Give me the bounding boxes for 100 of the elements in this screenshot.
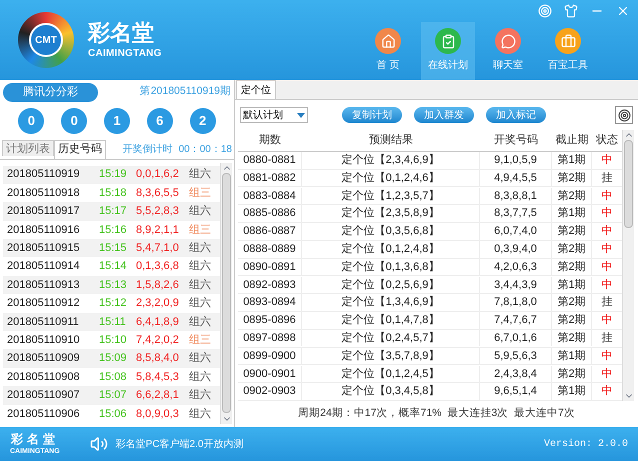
- table-cell: 定个位【3,5,7,8,9】: [302, 348, 480, 364]
- table-cell: 定个位【0,2,5,6,9】: [302, 276, 480, 294]
- table-cell: 定个位【1,3,4,6,9】: [302, 294, 480, 311]
- group-cell-text: 组六: [189, 240, 211, 256]
- table-cell: 第2期: [552, 258, 592, 276]
- group-cell-text: 组六: [189, 166, 211, 182]
- status-cell-text: 挂: [600, 330, 614, 346]
- status-cell-text: 中: [600, 278, 614, 293]
- numbers-cell-text: 8,3,6,5,5: [136, 186, 180, 201]
- numbers-cell-text: 5,5,2,8,3: [136, 204, 180, 220]
- table-cell: 第1期: [552, 276, 592, 294]
- table-cell: 第1期: [552, 348, 592, 364]
- action-button[interactable]: 加入标记: [486, 107, 546, 123]
- table-cell: 0893-0894: [238, 294, 302, 311]
- table-cell: 8,3,7,7,5: [480, 205, 552, 222]
- table-cell: 4,2,0,6,3: [480, 258, 552, 276]
- column-header: 预测结果: [368, 133, 414, 148]
- table-cell: 第1期: [552, 152, 592, 169]
- table-cell: 第1期: [552, 383, 592, 400]
- tab[interactable]: 历史号码: [54, 140, 106, 158]
- tab[interactable]: 定个位: [236, 80, 276, 99]
- table-cell: 0886-0887: [238, 223, 302, 240]
- brand-name: 彩名堂: [88, 18, 155, 46]
- numbers-cell-text: 7,4,2,0,2: [136, 332, 180, 348]
- numbers-cell-text: 6,6,2,8,1: [136, 388, 180, 404]
- plan-dropdown[interactable]: 默认计划: [240, 107, 308, 123]
- action-button[interactable]: 加入群发: [414, 107, 474, 123]
- nav-tab[interactable]: 首 页: [361, 22, 415, 80]
- table-cell: 3,4,4,3,9: [480, 276, 552, 294]
- lottery-name[interactable]: 腾讯分分彩: [3, 83, 98, 102]
- issue-cell-text: 201805110912: [7, 296, 81, 312]
- table-cell: 0883-0884: [238, 188, 302, 204]
- notice-text: 彩名堂PC客户端2.0开放内测: [116, 438, 244, 452]
- issue-cell-text: 201805110917: [7, 204, 81, 220]
- table-cell: 0892-0893: [238, 276, 302, 294]
- status-cell-text: 中: [600, 206, 614, 222]
- issue-cell-text: 201805110907: [7, 388, 81, 404]
- time-cell-text: 15:12: [99, 296, 128, 312]
- group-cell-text: 组三: [189, 186, 211, 201]
- table-cell: 0890-0891: [238, 258, 302, 276]
- table-cell: 第2期: [552, 294, 592, 311]
- table-cell: 定个位【0,1,2,4,5】: [302, 366, 480, 382]
- status-cell-text: 中: [600, 260, 614, 275]
- time-cell-text: 15:08: [99, 370, 128, 385]
- nav-tab[interactable]: 百宝工具: [541, 22, 595, 80]
- time-cell-text: 15:06: [99, 406, 128, 422]
- time-cell-text: 15:17: [99, 204, 128, 220]
- status-cell-text: 中: [600, 348, 614, 364]
- table-cell: 0900-0901: [238, 366, 302, 382]
- issue-cell-text: 201805110918: [7, 186, 81, 201]
- table-cell: 第2期: [552, 241, 592, 258]
- action-button[interactable]: 复制计划: [342, 107, 402, 123]
- footer-brand: 彩名堂: [10, 433, 59, 445]
- numbers-cell-text: 2,3,2,0,9: [136, 296, 180, 312]
- table-cell: 0885-0886: [238, 205, 302, 222]
- issue-cell-text: 201805110911: [7, 314, 80, 330]
- column-header: 期数: [258, 133, 282, 148]
- table-cell: 0881-0882: [238, 170, 302, 186]
- table-cell: 定个位【0,1,4,7,8】: [302, 312, 480, 329]
- group-cell-text: 组六: [189, 296, 211, 312]
- group-cell-text: 组三: [189, 222, 211, 238]
- issue-cell-text: 201805110906: [7, 406, 81, 422]
- nav-tab[interactable]: 聊天室: [481, 22, 535, 80]
- table-cell: 9,6,5,1,4: [480, 383, 552, 400]
- table-cell: 0895-0896: [238, 312, 302, 329]
- tab[interactable]: 计划列表: [2, 140, 54, 156]
- table-cell: 第1期: [552, 205, 592, 222]
- table-cell: 第2期: [552, 330, 592, 346]
- issue-cell-text: 201805110910: [7, 332, 81, 348]
- time-cell-text: 15:07: [99, 388, 128, 404]
- table-cell: 0902-0903: [238, 383, 302, 400]
- numbers-cell-text: 8,9,2,1,1: [136, 222, 180, 238]
- issue-cell-text: 201805110914: [7, 259, 81, 274]
- numbers-cell-text: 0,1,3,6,8: [136, 259, 180, 274]
- column-header: 开奖号码: [493, 133, 539, 148]
- table-cell: 0897-0898: [238, 330, 302, 346]
- numbers-cell-text: 5,4,7,1,0: [136, 241, 180, 256]
- table-cell: 7,8,1,8,0: [480, 294, 552, 311]
- time-cell-text: 15:19: [99, 167, 128, 182]
- table-cell: 第2期: [552, 223, 592, 240]
- table-cell: 0,3,9,4,0: [480, 241, 552, 258]
- issue-cell-text: 201805110913: [7, 278, 81, 293]
- status-cell-text: 挂: [600, 295, 614, 310]
- time-cell-text: 15:16: [99, 222, 128, 238]
- table-cell: 定个位【1,2,3,5,7】: [302, 188, 480, 204]
- group-cell-text: 组六: [189, 370, 211, 385]
- time-cell-text: 15:09: [99, 351, 128, 366]
- time-cell-text: 15:14: [99, 259, 128, 274]
- nav-tab[interactable]: 在线计划: [421, 22, 475, 80]
- table-cell: 6,0,7,4,0: [480, 223, 552, 240]
- table-cell: 2,4,3,8,4: [480, 366, 552, 382]
- issue-cell-text: 201805110916: [7, 222, 81, 238]
- period-label: 第201805110919期: [140, 84, 231, 100]
- group-cell-text: 组六: [189, 388, 211, 404]
- status-cell-text: 中: [600, 313, 614, 328]
- group-cell-text: 组六: [189, 406, 211, 422]
- table-cell: 0880-0881: [238, 152, 302, 169]
- group-cell-text: 组六: [189, 258, 211, 274]
- numbers-cell-text: 8,5,8,4,0: [136, 351, 180, 366]
- table-cell: 第2期: [552, 312, 592, 329]
